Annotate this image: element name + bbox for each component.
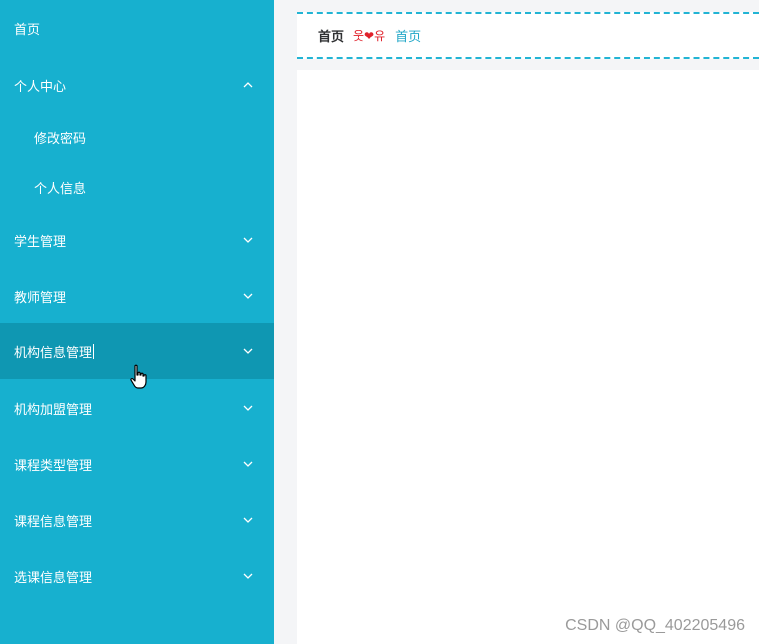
chevron-down-icon xyxy=(243,237,253,243)
watermark: CSDN @QQ_402205496 xyxy=(565,617,745,634)
sidebar-item-label: 课程类型管理 xyxy=(14,458,93,474)
sidebar-item-label: 选课信息管理 xyxy=(14,570,93,586)
sidebar-item-label: 机构信息管理 xyxy=(14,345,93,361)
sidebar-item-course-info-management[interactable]: 课程信息管理 xyxy=(0,492,274,548)
sidebar-item-label: 教师管理 xyxy=(14,290,67,306)
sidebar-item-course-selection-management[interactable]: 选课信息管理 xyxy=(0,548,274,604)
breadcrumb-home[interactable]: 首页 xyxy=(318,26,344,45)
sidebar-item-course-type-management[interactable]: 课程类型管理 xyxy=(0,436,274,492)
chevron-down-icon xyxy=(243,293,253,299)
sidebar-item-home[interactable]: 首页 xyxy=(0,0,274,56)
sidebar-item-label: 首页 xyxy=(14,22,41,38)
sidebar-item-label: 机构加盟管理 xyxy=(14,402,93,418)
main-content-panel xyxy=(297,70,759,644)
sidebar-item-personal-info[interactable]: 个人信息 xyxy=(0,162,274,212)
chevron-down-icon xyxy=(243,573,253,579)
sidebar-item-label: 个人信息 xyxy=(34,181,87,197)
text-caret xyxy=(93,343,95,359)
sidebar-item-change-password[interactable]: 修改密码 xyxy=(0,112,274,162)
sidebar-item-label: 学生管理 xyxy=(14,234,67,250)
sidebar-menu: 首页 个人中心 修改密码 个人信息 学生管理 教师管理 机构信息管理 机构加盟管… xyxy=(0,0,274,644)
breadcrumb-current[interactable]: 首页 xyxy=(395,26,421,45)
breadcrumb: 首页 웃❤유 首页 xyxy=(297,12,759,59)
hand-pointer-icon xyxy=(130,364,147,389)
chevron-down-icon xyxy=(243,405,253,411)
chevron-down-icon xyxy=(243,461,253,467)
sidebar-item-teacher-management[interactable]: 教师管理 xyxy=(0,268,274,324)
sidebar-item-label: 课程信息管理 xyxy=(14,514,93,530)
sidebar-item-student-management[interactable]: 学生管理 xyxy=(0,212,274,268)
sidebar-item-personal-center[interactable]: 个人中心 xyxy=(0,57,274,113)
sidebar-item-label: 修改密码 xyxy=(34,131,87,147)
breadcrumb-decoration: 웃❤유 xyxy=(353,29,386,43)
chevron-up-icon xyxy=(243,82,253,88)
chevron-down-icon xyxy=(243,348,253,354)
sidebar-item-label: 个人中心 xyxy=(14,79,67,95)
chevron-down-icon xyxy=(243,517,253,523)
